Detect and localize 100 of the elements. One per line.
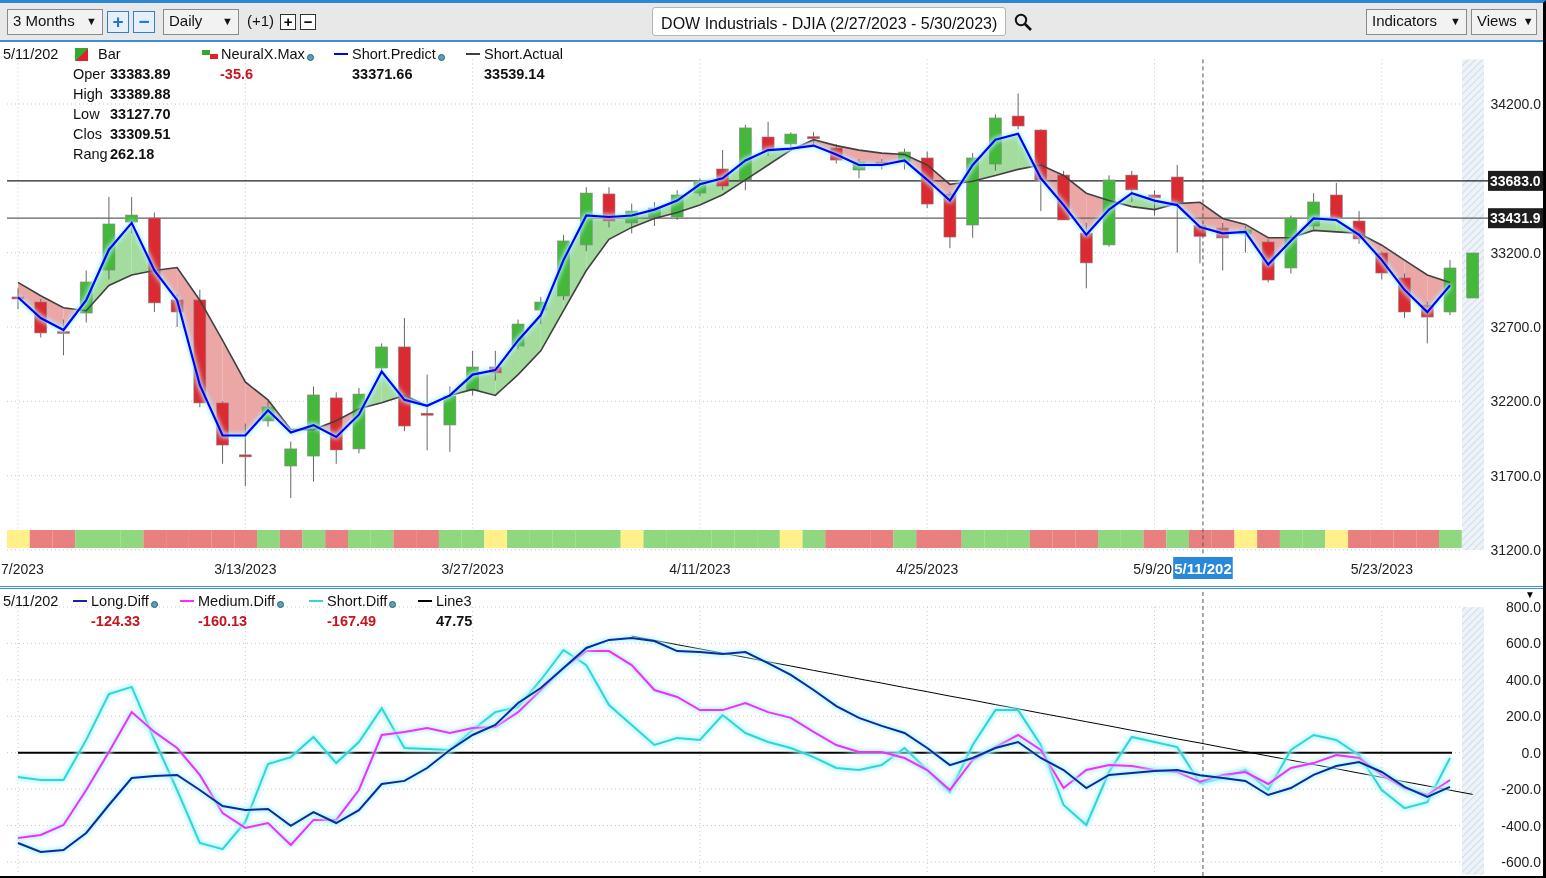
- menu-dropdown[interactable]: Views ▼: [1471, 8, 1537, 35]
- legend-value: -124.33: [91, 613, 141, 629]
- field-value: 33127.70: [110, 105, 171, 124]
- legend-label: Short.Predict: [352, 45, 436, 64]
- legend-label: NeuralX.Max: [221, 45, 305, 64]
- candlestick: [284, 441, 298, 499]
- menu-dropdown[interactable]: Indicators ▼: [1366, 8, 1467, 35]
- candlestick: [579, 186, 593, 252]
- candlestick: [466, 350, 479, 396]
- candlestick: [1466, 252, 1479, 299]
- axis-label: 800.0: [1505, 599, 1541, 615]
- symbol-field[interactable]: DOW Industrials - DJIA (2/27/2023 - 5/30/2023): [652, 7, 1007, 36]
- legend-label: Long.Diff: [91, 592, 149, 611]
- axis-label: 3/13/2023: [214, 561, 277, 577]
- candlestick: [239, 423, 252, 487]
- candlestick: [1080, 222, 1093, 289]
- candlestick: [920, 151, 934, 209]
- candlestick: [1216, 222, 1229, 271]
- candlestick: [989, 113, 1002, 172]
- axis-label: 4/11/2023: [669, 561, 731, 577]
- field-value: 33383.89: [110, 65, 171, 84]
- candlestick: [216, 400, 229, 465]
- price-level-label: 33683.0: [1488, 170, 1543, 191]
- field-label: Low: [73, 105, 101, 124]
- candlestick: [875, 158, 889, 170]
- field-label: Clos: [73, 125, 103, 144]
- zoom-in-button[interactable]: +: [107, 10, 129, 33]
- candlestick: [943, 191, 957, 249]
- candlestick: [761, 121, 775, 157]
- search-icon[interactable]: [1014, 12, 1033, 31]
- axis-label: 200.0: [1505, 708, 1541, 725]
- candlestick: [898, 148, 911, 170]
- zoom-out-button[interactable]: −: [133, 10, 155, 33]
- candlestick: [1307, 192, 1320, 230]
- legend-value: 33539.14: [484, 66, 545, 82]
- legend-value: -160.13: [198, 613, 248, 629]
- axis-label: 32700.0: [1490, 319, 1541, 335]
- axis-label: -600.0: [1501, 854, 1541, 870]
- candlestick: [852, 158, 866, 179]
- candlestick: [1352, 210, 1366, 245]
- price-level-label: 33431.9: [1488, 208, 1543, 229]
- axis-label: 34200.0: [1490, 96, 1541, 112]
- legend-label: Bar: [98, 45, 121, 64]
- legend-date: 5/11/202: [3, 592, 60, 611]
- candlestick: [1443, 259, 1457, 316]
- candlestick: [170, 293, 184, 328]
- legend-value: -167.49: [327, 613, 377, 629]
- candlestick: [11, 287, 25, 310]
- field-label: Rang: [73, 145, 109, 164]
- decrease-button[interactable]: −: [300, 13, 317, 30]
- axis-label: 400.0: [1505, 671, 1541, 688]
- candlestick: [489, 350, 502, 382]
- candlestick: [830, 143, 843, 164]
- interval-dropdown[interactable]: Daily ▼: [163, 8, 239, 35]
- period-dropdown[interactable]: 3 Months ▼: [7, 8, 103, 35]
- candlestick: [511, 319, 525, 350]
- legend-value: 47.75: [436, 613, 473, 629]
- field-value: 33309.51: [110, 125, 171, 144]
- pane-menu-caret[interactable]: ▼: [1525, 589, 1535, 601]
- axis-label: 3/27/2023: [441, 561, 504, 577]
- axis-label: 5/9/20: [1133, 561, 1173, 577]
- axis-label: 600.0: [1505, 635, 1541, 652]
- candlestick: [352, 387, 366, 454]
- legend-label: Short.Actual: [484, 45, 563, 64]
- candlestick: [1239, 225, 1252, 254]
- legend-label: Short.Diff: [327, 592, 388, 611]
- candle-legend-icon: [75, 47, 88, 61]
- axis-label: -200.0: [1501, 781, 1541, 798]
- legend-label: Line3: [436, 592, 472, 611]
- candlestick: [125, 196, 138, 234]
- candlestick: [716, 149, 729, 191]
- candlestick: [443, 385, 457, 453]
- axis-label: 32200.0: [1490, 393, 1541, 410]
- axis-label: 31700.0: [1490, 467, 1541, 484]
- candlestick: [557, 234, 570, 301]
- crosshair-date-label: 5/11/202: [1173, 557, 1233, 579]
- legend-label: Medium.Diff: [198, 592, 276, 611]
- candlestick: [1420, 301, 1434, 344]
- candlestick: [625, 203, 638, 234]
- legend-value: -35.6: [220, 66, 254, 82]
- axis-label: 5/23/2023: [1350, 561, 1413, 577]
- candlestick: [670, 189, 684, 221]
- candlestick: [693, 177, 707, 197]
- candlestick: [602, 186, 616, 228]
- axis-label: 0.0: [1521, 744, 1541, 761]
- candlestick: [57, 319, 70, 356]
- axis-label: -400.0: [1501, 817, 1541, 834]
- candlestick: [1193, 223, 1207, 264]
- axis-label: 7/2023: [1, 561, 44, 577]
- candlestick: [1375, 250, 1389, 280]
- candlestick: [79, 270, 93, 324]
- increase-button[interactable]: +: [280, 13, 297, 30]
- candlestick: [1011, 93, 1025, 130]
- candlestick: [1057, 170, 1070, 221]
- candlestick: [784, 131, 798, 150]
- candlestick: [34, 298, 48, 338]
- candlestick: [1148, 189, 1161, 216]
- candlestick: [375, 342, 388, 373]
- field-value: 33389.88: [110, 85, 171, 104]
- field-value: 262.18: [110, 145, 155, 164]
